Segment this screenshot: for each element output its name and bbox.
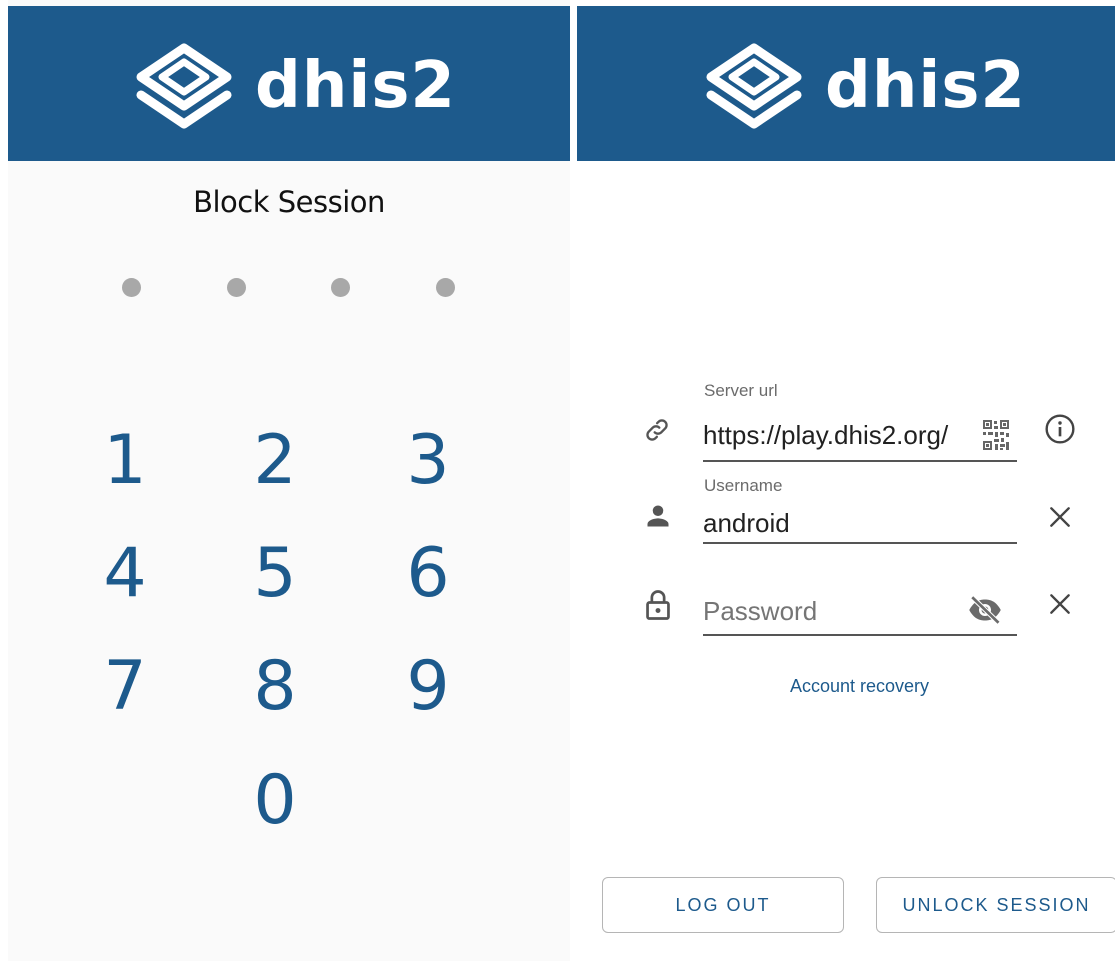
keypad-key-2[interactable]: 2 bbox=[230, 415, 320, 505]
pin-dot bbox=[436, 278, 455, 297]
server-url-underline bbox=[703, 460, 1017, 462]
keypad-key-5[interactable]: 5 bbox=[230, 528, 320, 618]
keypad-key-0[interactable]: 0 bbox=[230, 755, 320, 845]
username-input[interactable]: android bbox=[703, 508, 790, 539]
keypad-key-7[interactable]: 7 bbox=[80, 641, 170, 731]
password-input[interactable]: Password bbox=[703, 596, 817, 627]
close-icon[interactable] bbox=[1043, 500, 1077, 534]
dhis2-logo: dhis2 bbox=[701, 36, 1026, 136]
link-icon bbox=[641, 414, 673, 446]
dhis2-logo-icon bbox=[136, 43, 232, 129]
pin-dot bbox=[122, 278, 141, 297]
keypad-key-3[interactable]: 3 bbox=[383, 415, 473, 505]
logo-text: dhis2 bbox=[255, 49, 456, 123]
log-out-button[interactable]: LOG OUT bbox=[602, 877, 844, 933]
page-title: Block Session bbox=[193, 185, 385, 219]
block-session-screen: dhis2 Block Session 1 2 3 4 5 6 7 8 9 0 bbox=[8, 0, 570, 961]
dhis2-logo-icon bbox=[706, 43, 802, 129]
pin-dot bbox=[227, 278, 246, 297]
server-url-label: Server url bbox=[704, 381, 778, 400]
username-label: Username bbox=[704, 476, 783, 495]
lock-icon bbox=[643, 588, 673, 622]
account-recovery-link[interactable]: Account recovery bbox=[577, 676, 1115, 697]
keypad-key-9[interactable]: 9 bbox=[383, 641, 473, 731]
eye-off-icon[interactable] bbox=[965, 594, 1005, 626]
unlock-session-button[interactable]: UNLOCK SESSION bbox=[876, 877, 1115, 933]
dhis2-logo: dhis2 bbox=[131, 36, 456, 136]
keypad-key-6[interactable]: 6 bbox=[383, 528, 473, 618]
person-icon bbox=[643, 501, 673, 531]
server-url-input[interactable]: https://play.dhis2.org/ bbox=[703, 420, 948, 451]
keypad-key-8[interactable]: 8 bbox=[230, 641, 320, 731]
unlock-session-screen: dhis2 Server url https://play.dhis2.org/ bbox=[577, 0, 1115, 961]
keypad-key-1[interactable]: 1 bbox=[80, 415, 170, 505]
keypad-key-4[interactable]: 4 bbox=[80, 528, 170, 618]
logo-text: dhis2 bbox=[825, 49, 1026, 123]
app-header: dhis2 bbox=[8, 6, 570, 161]
password-underline bbox=[703, 634, 1017, 636]
qr-code-icon[interactable] bbox=[981, 419, 1011, 451]
username-underline bbox=[703, 542, 1017, 544]
app-header: dhis2 bbox=[577, 6, 1115, 161]
pin-dot bbox=[331, 278, 350, 297]
info-icon[interactable] bbox=[1043, 412, 1077, 446]
close-icon[interactable] bbox=[1043, 587, 1077, 621]
